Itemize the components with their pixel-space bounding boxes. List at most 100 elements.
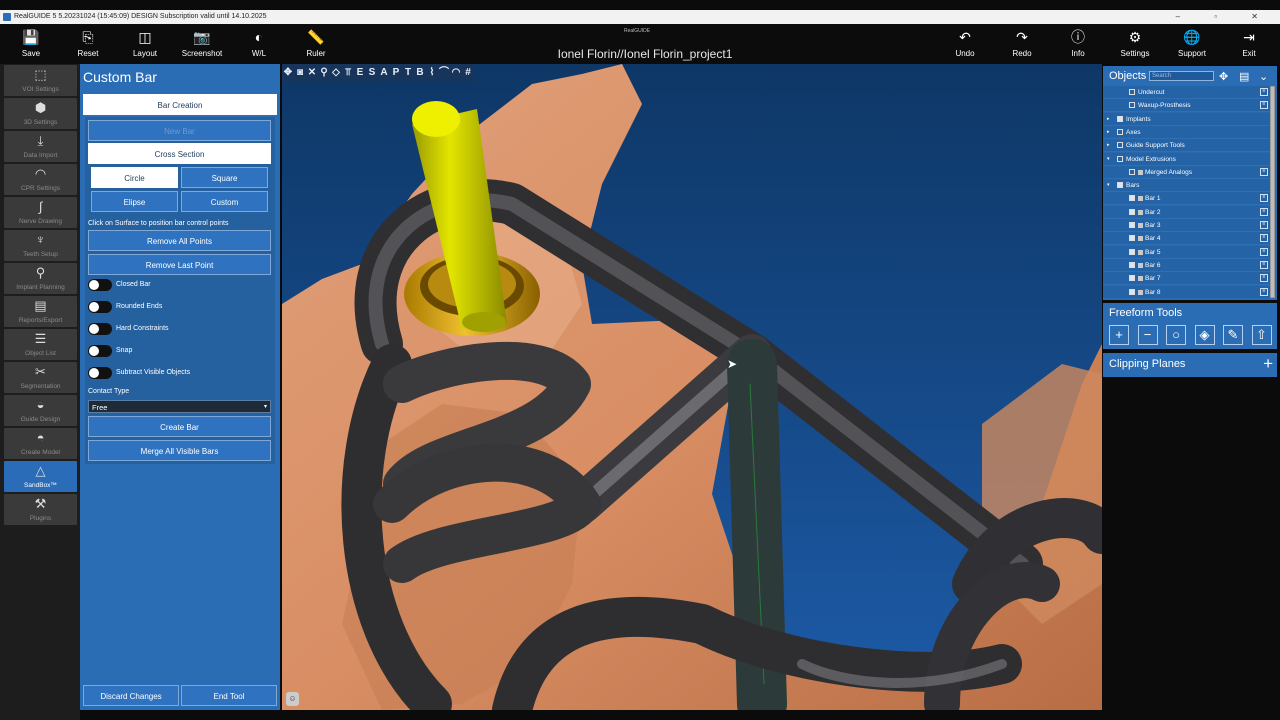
nav-item-segmentation[interactable]: ✂ Segmentation <box>4 362 77 393</box>
merge-all-visible-bars-button[interactable]: Merge All Visible Bars <box>88 440 271 461</box>
contact-type-select[interactable]: Free ▾ <box>88 400 271 413</box>
tree-row[interactable]: Undercut ≡ <box>1103 86 1271 99</box>
save-button[interactable]: 💾 Save <box>1 24 61 64</box>
bar-creation-tab[interactable]: Bar Creation <box>83 94 277 115</box>
nav-item-cpr-settings[interactable]: ◠ CPR Settings <box>4 164 77 195</box>
tree-row[interactable]: ▸ Implants <box>1103 112 1271 126</box>
tree-row[interactable]: Bar 6 ≡ <box>1103 258 1271 272</box>
snap-toggle[interactable] <box>88 345 112 357</box>
smooth-icon[interactable]: ○ <box>1166 325 1186 345</box>
chevron-down-icon[interactable]: ⌄ <box>1259 70 1268 83</box>
settings-button[interactable]: ⚙ Settings <box>1105 24 1165 64</box>
w-l-button[interactable]: ◐ W/L <box>229 24 289 64</box>
row-menu-icon[interactable]: ≡ <box>1260 88 1268 96</box>
expander-icon[interactable]: ▸ <box>1107 126 1110 139</box>
tree-row[interactable]: Merged Analogs ≡ <box>1103 165 1271 179</box>
tree-row[interactable]: ▸ Axes <box>1103 125 1271 139</box>
row-menu-icon[interactable]: ≡ <box>1260 167 1268 176</box>
expander-icon[interactable]: ▾ <box>1107 153 1110 166</box>
nav-item-3d-settings[interactable]: ⬢ 3D Settings <box>4 98 77 129</box>
nav-item-guide-design[interactable]: ◒ Guide Design <box>4 395 77 426</box>
grid-icon[interactable]: # <box>462 64 474 82</box>
nav-item-teeth-setup[interactable]: ♆ Teeth Setup <box>4 230 77 261</box>
extrude-icon[interactable]: ⇧ <box>1251 325 1272 345</box>
remove-all-points-button[interactable]: Remove All Points <box>88 230 271 251</box>
visibility-checkbox[interactable] <box>1129 208 1135 215</box>
row-menu-icon[interactable]: ≡ <box>1260 287 1268 296</box>
visibility-checkbox[interactable] <box>1129 195 1135 202</box>
color-swatch[interactable] <box>1138 169 1143 175</box>
visibility-checkbox[interactable] <box>1129 275 1135 282</box>
end-tool-button[interactable]: End Tool <box>181 685 277 706</box>
objects-search-input[interactable]: Search <box>1149 71 1214 81</box>
elipse-button[interactable]: Elipse <box>91 191 178 212</box>
tree-row[interactable]: ▾ Model Extrusions <box>1103 152 1271 166</box>
custom-button[interactable]: Custom <box>181 191 268 212</box>
color-swatch[interactable] <box>1138 276 1143 282</box>
tree-row[interactable]: Bar 1 ≡ <box>1103 192 1271 206</box>
visibility-checkbox[interactable] <box>1129 168 1135 175</box>
tree-row[interactable]: Bar 3 ≡ <box>1103 219 1271 232</box>
fill-icon[interactable]: ◈ <box>1194 325 1215 345</box>
color-swatch[interactable] <box>1138 249 1143 255</box>
color-swatch[interactable] <box>1138 236 1143 242</box>
objects-scrollbar[interactable] <box>1270 86 1275 298</box>
visibility-checkbox[interactable] <box>1129 222 1135 228</box>
create-bar-button[interactable]: Create Bar <box>88 416 271 437</box>
row-menu-icon[interactable]: ≡ <box>1260 194 1268 203</box>
b-icon[interactable]: B <box>414 64 426 82</box>
curve-icon[interactable]: ⌒ <box>438 64 450 82</box>
color-swatch[interactable] <box>1138 223 1143 228</box>
nav-item-object-list[interactable]: ☰ Object List <box>4 329 77 360</box>
circle-button[interactable]: Circle <box>91 167 178 188</box>
visibility-checkbox[interactable] <box>1117 155 1123 162</box>
exit-button[interactable]: ⇥ Exit <box>1219 24 1279 64</box>
redo-button[interactable]: ↷ Redo <box>992 24 1052 64</box>
3d-viewport[interactable]: ✥ ◙ ✕ ⚲ ◇ ⫪ E S A P T B ⌇ ⌒ ◠ # ➤ ☺ <box>282 64 1102 710</box>
support-button[interactable]: 🌐 Support <box>1162 24 1222 64</box>
discard-changes-button[interactable]: Discard Changes <box>83 685 179 706</box>
row-menu-icon[interactable]: ≡ <box>1260 274 1268 283</box>
rounded-ends-toggle[interactable] <box>88 301 112 313</box>
fork-icon[interactable]: ⫪ <box>342 64 354 82</box>
close-icon[interactable]: ✕ <box>306 64 318 82</box>
tree-row[interactable]: Bar 7 ≡ <box>1103 272 1271 286</box>
expander-icon[interactable]: ▸ <box>1107 113 1110 126</box>
orientation-head-icon[interactable]: ☺ <box>286 692 299 706</box>
closed-bar-toggle[interactable] <box>88 279 112 291</box>
window-controls[interactable]: – ▫ ✕ <box>1176 10 1274 24</box>
square-button[interactable]: Square <box>181 167 268 188</box>
nav-item-create-model[interactable]: ◓ Create Model <box>4 428 77 459</box>
nav-item-sandbox[interactable]: △ SandBox™ <box>4 461 77 492</box>
arc-icon[interactable]: ◠ <box>450 64 462 82</box>
t-icon[interactable]: T <box>402 64 414 82</box>
color-swatch[interactable] <box>1138 196 1143 202</box>
ruler-button[interactable]: 📏 Ruler <box>286 24 346 64</box>
remove-last-point-button[interactable]: Remove Last Point <box>88 254 271 275</box>
expander-icon[interactable]: ▸ <box>1107 139 1110 152</box>
subtract-visible-objects-toggle[interactable] <box>88 367 112 379</box>
visibility-checkbox[interactable] <box>1117 142 1123 149</box>
clipping-planes-panel[interactable]: Clipping Planes + <box>1103 353 1277 377</box>
e-icon[interactable]: E <box>354 64 366 82</box>
visibility-checkbox[interactable] <box>1129 248 1135 255</box>
visibility-checkbox[interactable] <box>1117 182 1123 189</box>
row-menu-icon[interactable]: ≡ <box>1260 221 1268 229</box>
tree-row[interactable]: Bar 4 ≡ <box>1103 232 1271 246</box>
nav-item-data-import[interactable]: ⤓ Data Import <box>4 131 77 162</box>
row-menu-icon[interactable]: ≡ <box>1260 247 1268 256</box>
add-clipping-plane-icon[interactable]: + <box>1263 354 1273 374</box>
color-swatch[interactable] <box>1138 262 1143 268</box>
nav-item-reports-export[interactable]: ▤ Reports/Export <box>4 296 77 327</box>
scrollbar-thumb[interactable] <box>1270 86 1275 298</box>
3d-scene[interactable] <box>282 64 1102 710</box>
a-icon[interactable]: A <box>378 64 390 82</box>
p-icon[interactable]: P <box>390 64 402 82</box>
color-swatch[interactable] <box>1138 289 1143 295</box>
new-bar-button[interactable]: New Bar <box>88 120 271 141</box>
color-swatch[interactable] <box>1138 209 1143 215</box>
eraser-icon[interactable]: ◇ <box>330 64 342 82</box>
move-icon[interactable]: ✥ <box>282 64 294 82</box>
tree-row[interactable]: ▾ Bars <box>1103 179 1271 193</box>
brush-icon[interactable]: ✎ <box>1223 325 1243 345</box>
